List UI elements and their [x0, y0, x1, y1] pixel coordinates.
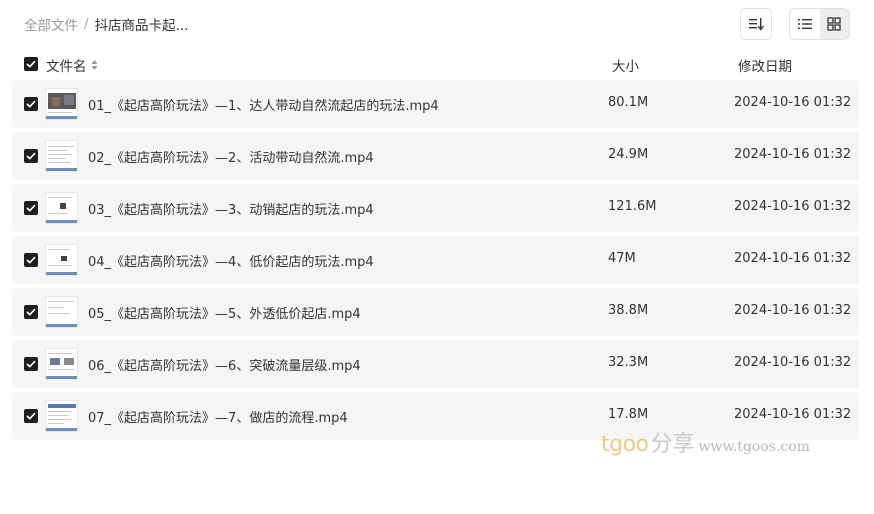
file-date: 2024-10-16 01:32 — [734, 95, 852, 110]
table-header: 文件名 大小 修改日期 — [12, 50, 859, 78]
file-date: 2024-10-16 01:32 — [734, 147, 852, 162]
grid-view-button[interactable] — [819, 9, 849, 39]
check-icon — [26, 256, 36, 264]
watermark-url: www.tgoos.com — [698, 439, 810, 455]
file-name[interactable]: 03_《起店高阶玩法》—3、动销起店的玩法.mp4 — [88, 199, 374, 218]
file-date: 2024-10-16 01:32 — [734, 355, 852, 370]
file-name[interactable]: 01_《起店高阶玩法》—1、达人带动自然流起店的玩法.mp4 — [88, 95, 439, 114]
top-bar: 全部文件 / 抖店商品卡起... — [0, 0, 874, 48]
check-icon — [26, 308, 36, 316]
sort-button[interactable] — [740, 8, 772, 40]
row-checkbox[interactable] — [24, 409, 38, 423]
file-list: 01_《起店高阶玩法》—1、达人带动自然流起店的玩法.mp4 80.1M 202… — [12, 80, 859, 444]
file-size: 47M — [608, 251, 636, 266]
file-size: 17.8M — [608, 407, 649, 422]
select-all-checkbox[interactable] — [24, 57, 38, 71]
list-view-button[interactable] — [790, 9, 820, 39]
check-icon — [26, 360, 36, 368]
video-thumbnail — [45, 296, 78, 328]
table-row[interactable]: 05_《起店高阶玩法》—5、外透低价起店.mp4 38.8M 2024-10-1… — [12, 288, 859, 336]
view-toggle — [789, 8, 850, 40]
file-size: 80.1M — [608, 95, 649, 110]
check-icon — [26, 100, 36, 108]
file-size: 32.3M — [608, 355, 649, 370]
file-name[interactable]: 06_《起店高阶玩法》—6、突破流量层级.mp4 — [88, 355, 361, 374]
file-date: 2024-10-16 01:32 — [734, 407, 852, 422]
check-icon — [26, 412, 36, 420]
check-icon — [26, 152, 36, 160]
row-checkbox[interactable] — [24, 149, 38, 163]
video-thumbnail — [45, 140, 78, 172]
file-size: 121.6M — [608, 199, 657, 214]
row-checkbox[interactable] — [24, 97, 38, 111]
sort-icon — [749, 18, 764, 31]
table-row[interactable]: 03_《起店高阶玩法》—3、动销起店的玩法.mp4 121.6M 2024-10… — [12, 184, 859, 232]
file-date: 2024-10-16 01:32 — [734, 303, 852, 318]
header-size-label[interactable]: 大小 — [612, 55, 639, 75]
check-icon — [26, 204, 36, 212]
file-name[interactable]: 05_《起店高阶玩法》—5、外透低价起店.mp4 — [88, 303, 361, 322]
sort-toggle-icon — [91, 60, 97, 70]
file-name[interactable]: 02_《起店高阶玩法》—2、活动带动自然流.mp4 — [88, 147, 374, 166]
breadcrumb-separator: / — [84, 16, 89, 32]
table-row[interactable]: 06_《起店高阶玩法》—6、突破流量层级.mp4 32.3M 2024-10-1… — [12, 340, 859, 388]
row-checkbox[interactable] — [24, 201, 38, 215]
file-size: 38.8M — [608, 303, 649, 318]
check-icon — [26, 60, 36, 68]
row-checkbox[interactable] — [24, 357, 38, 371]
table-row[interactable]: 02_《起店高阶玩法》—2、活动带动自然流.mp4 24.9M 2024-10-… — [12, 132, 859, 180]
video-thumbnail — [45, 348, 78, 380]
video-thumbnail — [45, 192, 78, 224]
list-view-icon — [797, 19, 812, 29]
breadcrumb: 全部文件 / 抖店商品卡起... — [24, 14, 188, 34]
breadcrumb-root-link[interactable]: 全部文件 — [24, 14, 78, 34]
file-name[interactable]: 07_《起店高阶玩法》—7、做店的流程.mp4 — [88, 407, 348, 426]
breadcrumb-current-folder: 抖店商品卡起... — [94, 18, 189, 34]
grid-view-icon — [827, 17, 841, 31]
file-size: 24.9M — [608, 147, 649, 162]
row-checkbox[interactable] — [24, 253, 38, 267]
video-thumbnail — [45, 400, 78, 432]
header-date-label[interactable]: 修改日期 — [738, 55, 792, 75]
file-date: 2024-10-16 01:32 — [734, 251, 852, 266]
video-thumbnail — [45, 244, 78, 276]
table-row[interactable]: 04_《起店高阶玩法》—4、低价起店的玩法.mp4 47M 2024-10-16… — [12, 236, 859, 284]
file-name[interactable]: 04_《起店高阶玩法》—4、低价起店的玩法.mp4 — [88, 251, 374, 270]
file-date: 2024-10-16 01:32 — [734, 199, 852, 214]
watermark: tgoo 分享 www.tgoos.com — [601, 426, 810, 462]
row-checkbox[interactable] — [24, 305, 38, 319]
header-name-label: 文件名 — [46, 59, 87, 75]
watermark-share: 分享 — [650, 432, 695, 457]
watermark-brand: tgoo — [601, 432, 649, 457]
table-row[interactable]: 01_《起店高阶玩法》—1、达人带动自然流起店的玩法.mp4 80.1M 202… — [12, 80, 859, 128]
header-name-column[interactable]: 文件名 — [46, 55, 98, 75]
video-thumbnail — [45, 88, 78, 120]
